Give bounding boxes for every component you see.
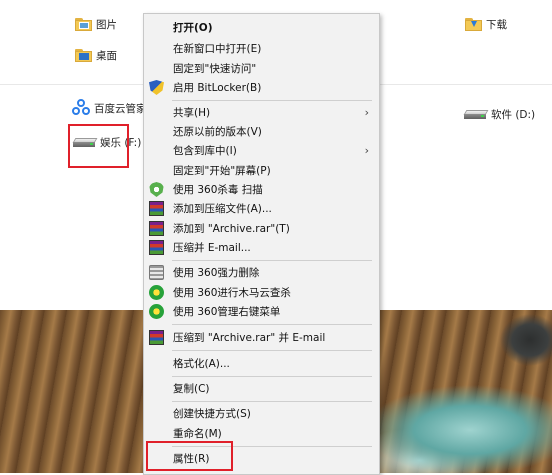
menu-item-add-archive[interactable]: 添加到压缩文件(A)... — [144, 198, 379, 219]
winrar-icon — [149, 330, 164, 345]
menu-separator — [172, 100, 372, 101]
winrar-icon — [149, 240, 164, 255]
menu-item-create-shortcut[interactable]: 创建快捷方式(S) — [144, 403, 379, 424]
menu-item-360-scan[interactable]: 使用 360杀毒 扫描 — [144, 179, 379, 200]
menu-item-pin-quick-access[interactable]: 固定到"快速访问" — [144, 58, 379, 79]
menu-item-compress-email[interactable]: 压缩并 E-mail... — [144, 237, 379, 258]
drive-icon — [463, 109, 489, 120]
360-trojan-scan-icon — [149, 285, 164, 300]
folder-label: 图片 — [96, 19, 117, 31]
baidu-cloud-item[interactable]: 百度云管家 — [72, 99, 147, 117]
menu-item-open-new-window[interactable]: 在新窗口中打开(E) — [144, 38, 379, 59]
menu-item-include-library[interactable]: 包含到库中(I) › — [144, 140, 379, 161]
baidu-cloud-label: 百度云管家 — [94, 102, 147, 115]
menu-separator — [172, 401, 372, 402]
folder-item-desktop[interactable]: 桌面 — [75, 48, 117, 63]
menu-item-compress-rar-email[interactable]: 压缩到 "Archive.rar" 并 E-mail — [144, 327, 379, 348]
submenu-arrow-icon: › — [364, 106, 369, 119]
folder-label: 下载 — [486, 19, 507, 31]
baidu-cloud-icon — [72, 99, 90, 117]
winrar-icon — [149, 201, 164, 216]
menu-separator — [172, 260, 372, 261]
desktop-folder-icon — [75, 49, 92, 62]
menu-item-360-shred[interactable]: 使用 360强力删除 — [144, 262, 379, 283]
menu-item-restore-versions[interactable]: 还原以前的版本(V) — [144, 121, 379, 142]
menu-separator — [172, 376, 372, 377]
menu-separator — [172, 350, 372, 351]
menu-separator — [172, 324, 372, 325]
folder-item-downloads[interactable]: 下载 — [465, 17, 507, 32]
drive-item-d[interactable]: 软件 (D:) — [463, 107, 536, 122]
360-shredder-icon — [149, 265, 164, 280]
menu-item-360-trojan-scan[interactable]: 使用 360进行木马云查杀 — [144, 282, 379, 303]
folder-label: 桌面 — [96, 50, 117, 62]
menu-item-open[interactable]: 打开(O) — [144, 17, 379, 38]
menu-item-bitlocker[interactable]: 启用 BitLocker(B) — [144, 77, 379, 98]
downloads-folder-icon — [465, 18, 482, 31]
folder-item-pictures[interactable]: 图片 — [75, 17, 117, 32]
360-antivirus-icon — [149, 182, 164, 197]
submenu-arrow-icon: › — [364, 144, 369, 157]
drive-label: 软件 (D:) — [491, 109, 536, 121]
menu-item-copy[interactable]: 复制(C) — [144, 378, 379, 399]
wallpaper-detail — [500, 310, 552, 370]
menu-item-360-manage-menu[interactable]: 使用 360管理右键菜单 — [144, 301, 379, 322]
drive-highlight-box — [68, 124, 129, 168]
360-menu-manager-icon — [149, 304, 164, 319]
menu-item-share[interactable]: 共享(H) › — [144, 102, 379, 123]
winrar-icon — [149, 221, 164, 236]
context-menu: 打开(O) 在新窗口中打开(E) 固定到"快速访问" 启用 BitLocker(… — [143, 13, 380, 475]
menu-item-format[interactable]: 格式化(A)... — [144, 353, 379, 374]
pictures-folder-icon — [75, 18, 92, 31]
bitlocker-shield-icon — [149, 80, 164, 95]
menu-item-pin-start[interactable]: 固定到"开始"屏幕(P) — [144, 160, 379, 181]
properties-highlight-box — [146, 441, 233, 471]
menu-item-add-archive-rar[interactable]: 添加到 "Archive.rar"(T) — [144, 218, 379, 239]
